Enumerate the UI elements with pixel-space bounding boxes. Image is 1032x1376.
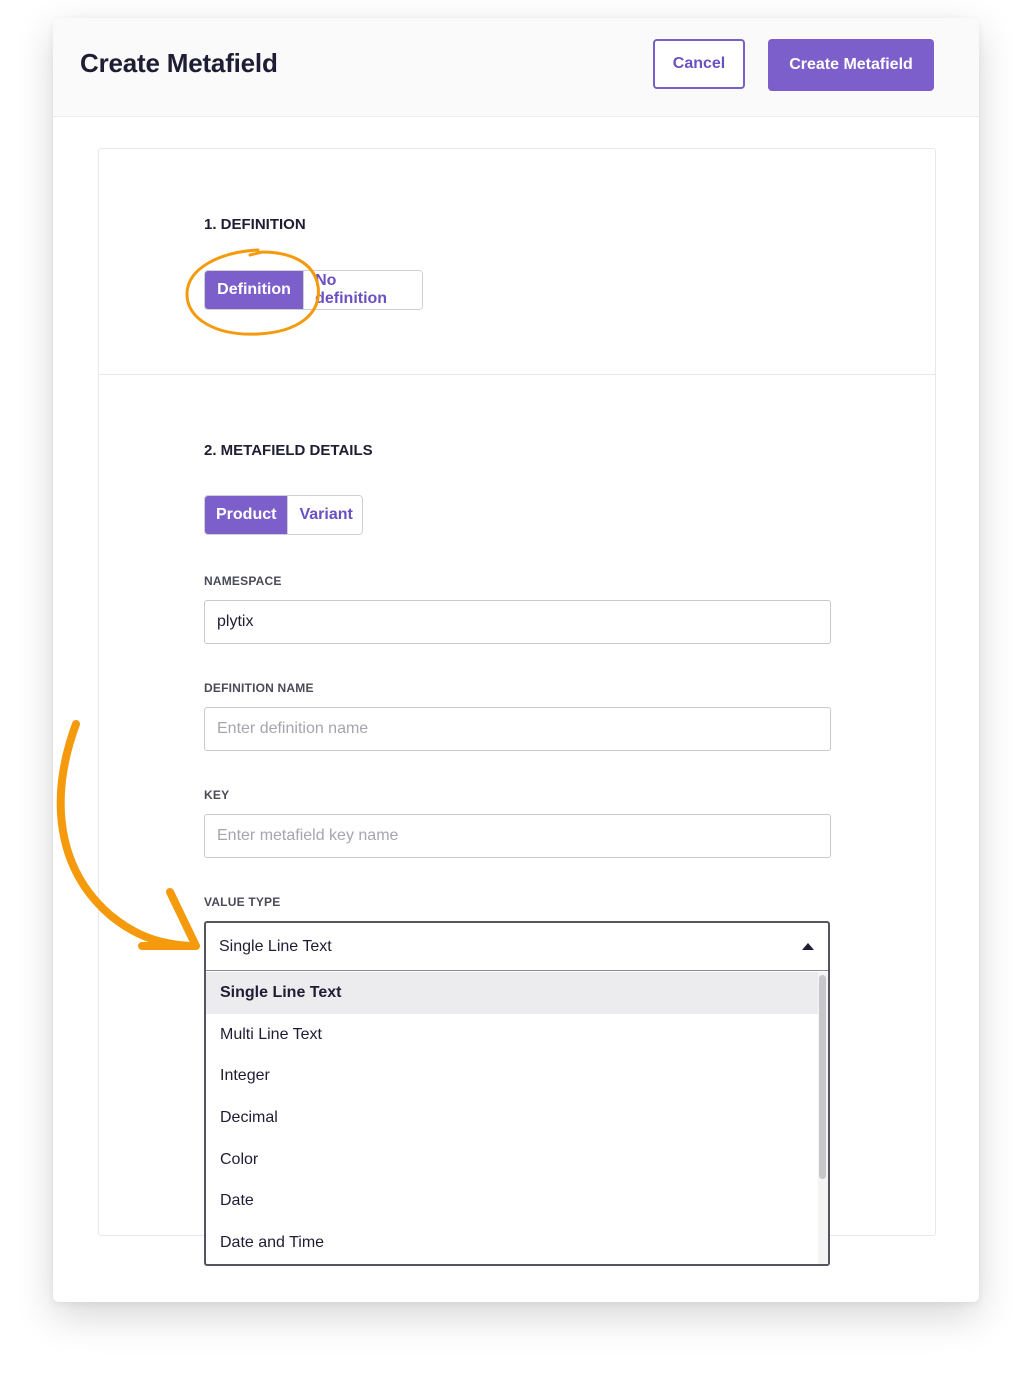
caret-up-icon[interactable] <box>802 943 814 950</box>
key-input[interactable] <box>204 814 831 858</box>
no-definition-option[interactable]: No definition <box>303 271 422 309</box>
product-option[interactable]: Product <box>205 496 288 534</box>
definition-section-heading: 1. DEFINITION <box>204 216 306 233</box>
option-decimal[interactable]: Decimal <box>206 1097 818 1139</box>
option-date[interactable]: Date <box>206 1180 818 1222</box>
modal-header: Create Metafield Cancel Create Metafield <box>53 18 979 117</box>
key-label: KEY <box>204 788 230 802</box>
namespace-label: NAMESPACE <box>204 574 282 588</box>
create-metafield-modal: Create Metafield Cancel Create Metafield… <box>53 18 979 1302</box>
value-type-trigger[interactable]: Single Line Text <box>206 923 828 971</box>
definition-toggle: Definition No definition <box>204 270 423 310</box>
scrollbar-thumb[interactable] <box>819 975 826 1179</box>
definition-name-input[interactable] <box>204 707 831 751</box>
namespace-input[interactable] <box>204 600 831 644</box>
value-type-selected-value: Single Line Text <box>219 937 332 955</box>
option-integer[interactable]: Integer <box>206 1055 818 1097</box>
value-type-select[interactable]: Single Line Text Single Line Text Multi … <box>204 921 830 1266</box>
details-section-heading: 2. METAFIELD DETAILS <box>204 442 373 459</box>
option-color[interactable]: Color <box>206 1139 818 1181</box>
option-single-line-text[interactable]: Single Line Text <box>206 972 818 1014</box>
definition-name-label: DEFINITION NAME <box>204 681 314 695</box>
cancel-button[interactable]: Cancel <box>653 39 745 89</box>
create-metafield-button[interactable]: Create Metafield <box>768 39 934 91</box>
option-multi-line-text[interactable]: Multi Line Text <box>206 1014 818 1056</box>
option-date-and-time[interactable]: Date and Time <box>206 1222 818 1264</box>
value-type-label: VALUE TYPE <box>204 895 281 909</box>
section-divider <box>99 374 935 375</box>
value-type-options: Single Line Text Multi Line Text Integer… <box>206 972 818 1264</box>
variant-option[interactable]: Variant <box>287 496 362 534</box>
definition-option[interactable]: Definition <box>205 271 304 309</box>
page-title: Create Metafield <box>80 48 278 78</box>
scope-toggle: Product Variant <box>204 495 363 535</box>
